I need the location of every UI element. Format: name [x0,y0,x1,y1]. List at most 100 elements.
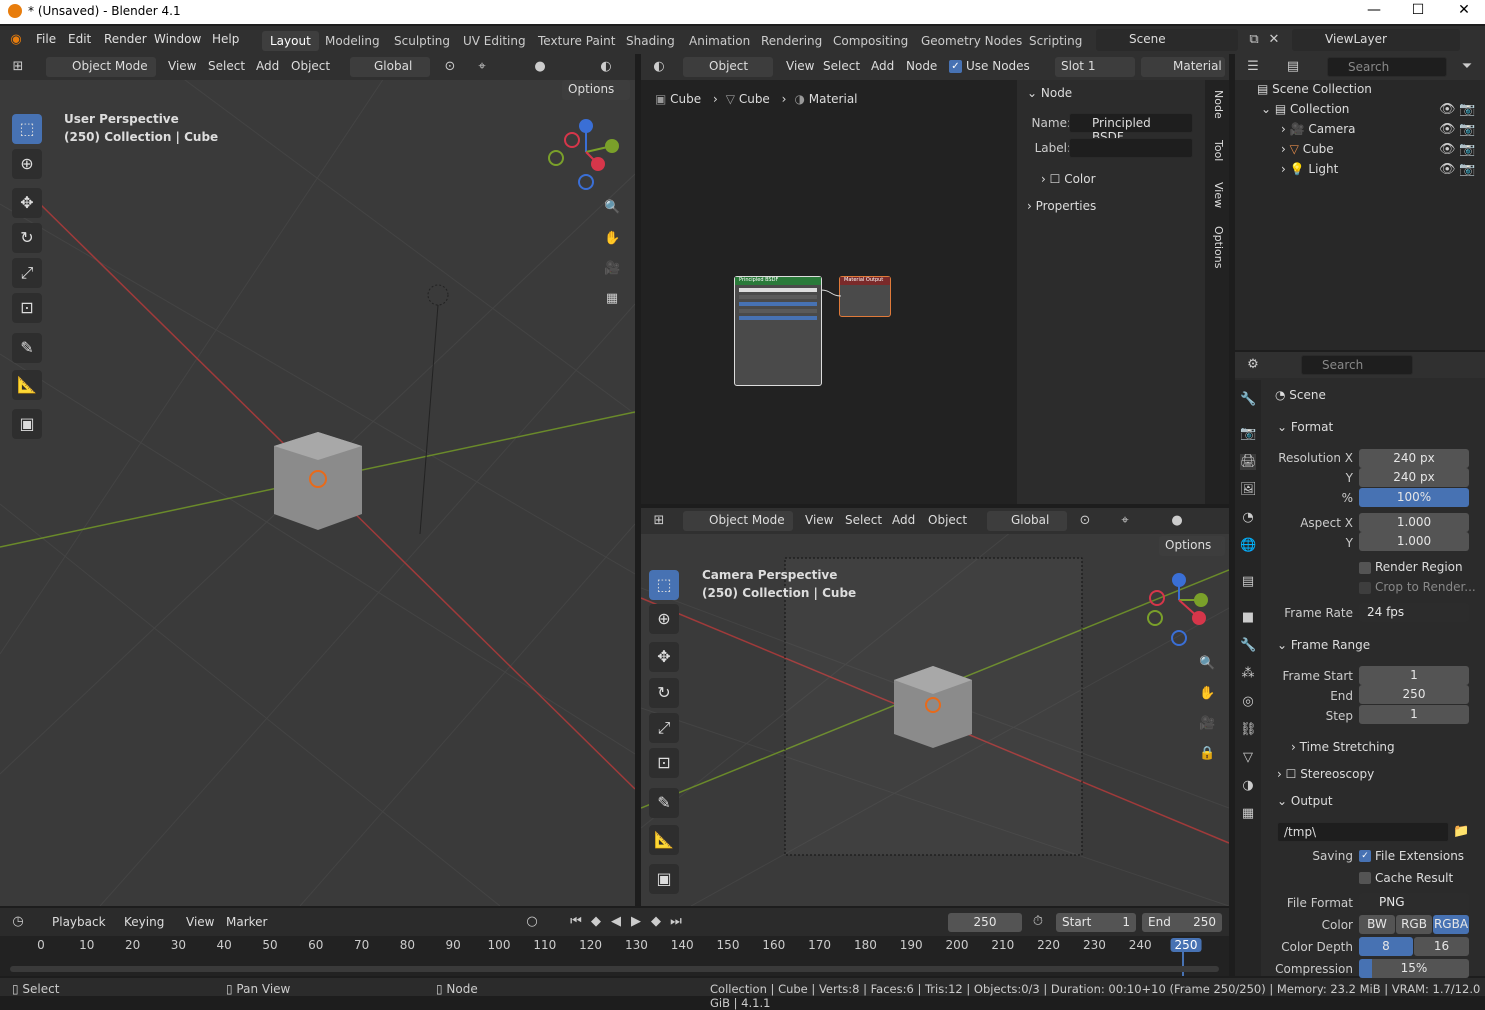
properties-section[interactable]: › Properties [1027,199,1096,213]
menu-render[interactable]: Render [104,32,147,46]
file-format-dropdown[interactable]: PNG [1359,893,1469,912]
pivot-icon[interactable]: ⊙ [1077,513,1093,529]
visibility-eye-icon[interactable]: 👁 [1439,122,1456,138]
render-camera-icon[interactable]: 📷 [1459,142,1475,158]
visibility-eye-icon[interactable]: 👁 [1439,102,1456,118]
output-tab-icon[interactable]: 🖨 [1240,454,1257,470]
tab-texture-paint[interactable]: Texture Paint [538,34,615,48]
tab-compositing[interactable]: Compositing [833,34,908,48]
visibility-eye-icon[interactable]: 👁 [1439,162,1456,178]
blender-menu-icon[interactable]: ◉ [8,32,24,48]
collection-row[interactable]: ⌄ ▤ Collection [1261,102,1349,116]
play-reverse-icon[interactable]: ◀ [608,914,624,930]
tab-geometry-nodes[interactable]: Geometry Nodes [921,34,1022,48]
output-path-field[interactable]: /tmp\ [1277,822,1449,842]
material-selector[interactable]: Material [1141,57,1225,77]
frame-start-field[interactable]: 1 [1359,666,1469,685]
timeline-editor-icon[interactable]: ◷ [10,914,26,930]
viewport-menu-select[interactable]: Select [845,513,882,527]
annotate-tool[interactable]: ✎ [649,788,679,818]
tab-shading[interactable]: Shading [626,34,675,48]
camera-view-icon[interactable]: 🎥 [1199,716,1215,732]
world-tab-icon[interactable]: 🌐 [1240,538,1256,554]
cube-row[interactable]: › ▽ Cube [1281,142,1334,156]
node-editor[interactable]: ◐ Object View Select Add Node ✓ Use Node… [641,54,1229,504]
compression-slider[interactable]: 15% [1359,959,1469,978]
tab-sculpting[interactable]: Sculpting [394,34,450,48]
output-section[interactable]: ⌄ Output [1277,794,1333,808]
transform-tool[interactable]: ⊡ [649,748,679,778]
resolution-y-field[interactable]: 240 px [1359,468,1469,487]
frame-rate-dropdown[interactable]: 24 fps [1359,603,1469,622]
prev-keyframe-icon[interactable]: ◆ [588,914,604,930]
editor-type-icon[interactable]: ⊞ [651,513,667,529]
tab-layout[interactable]: Layout [262,31,319,51]
scale-tool[interactable]: ⤢ [649,713,679,743]
visibility-icon[interactable]: ◐ [598,59,614,75]
rotate-tool[interactable]: ↻ [12,223,42,253]
navigation-gizmo[interactable] [548,116,628,196]
color-section[interactable]: › ☐ Color [1041,172,1096,186]
pan-hand-icon[interactable]: ✋ [1199,686,1215,702]
maximize-icon[interactable]: ☐ [1406,2,1430,18]
node-menu-node[interactable]: Node [906,59,937,73]
tab-node[interactable]: Node [1212,90,1225,119]
crop-checkbox[interactable] [1359,582,1371,594]
rotate-tool[interactable]: ↻ [649,678,679,708]
scene-selector[interactable]: Scene [1096,29,1238,51]
tab-uv-editing[interactable]: UV Editing [463,34,526,48]
time-stretching-section[interactable]: › Time Stretching [1291,740,1395,754]
end-frame-field[interactable]: End 250 [1142,913,1222,932]
zoom-icon[interactable]: 🔍 [604,200,620,216]
render-camera-icon[interactable]: 📷 [1459,122,1475,138]
tab-modeling[interactable]: Modeling [325,34,380,48]
aspect-y-field[interactable]: 1.000 [1359,532,1469,551]
add-cube-tool[interactable]: ▣ [12,409,42,439]
filter-icon[interactable]: ⏷ [1459,59,1475,75]
select-box-tool[interactable]: ⬚ [649,570,679,600]
menu-edit[interactable]: Edit [68,32,91,46]
viewport-menu-add[interactable]: Add [256,59,279,73]
viewlayer-selector[interactable]: ViewLayer [1292,29,1460,51]
play-icon[interactable]: ▶ [628,914,644,930]
render-tab-icon[interactable]: 📷 [1240,426,1256,442]
measure-tool[interactable]: 📐 [649,825,679,855]
menu-file[interactable]: File [36,32,56,46]
options-button[interactable]: Options [1159,536,1225,556]
new-scene-icon[interactable]: ⧉ [1246,32,1262,48]
folder-icon[interactable]: 📁 [1453,824,1469,840]
viewport-menu-object[interactable]: Object [291,59,330,73]
texture-tab-icon[interactable]: ▦ [1240,806,1256,822]
viewport-menu-view[interactable]: View [168,59,196,73]
perspective-toggle-icon[interactable]: ▦ [604,291,620,307]
keying-menu[interactable]: Keying [124,915,164,929]
current-frame-field[interactable]: 250 [948,913,1022,932]
stereoscopy-section[interactable]: › ☐ Stereoscopy [1277,767,1374,781]
physics-tab-icon[interactable]: ◎ [1240,694,1256,710]
preview-range-icon[interactable]: ⏱ [1030,914,1046,930]
proportional-edit-icon[interactable]: ● [1169,513,1185,529]
collection-tab-icon[interactable]: ▤ [1240,574,1256,590]
timeline-scrollbar[interactable] [10,966,1219,972]
color-rgb-button[interactable]: RGB [1396,915,1432,934]
tab-options[interactable]: Options [1212,226,1225,268]
pivot-icon[interactable]: ⊙ [442,59,458,75]
start-frame-field[interactable]: Start 1 [1056,913,1136,932]
tab-view[interactable]: View [1212,182,1225,208]
viewport-right[interactable]: ⊞ Object Mode View Select Add Object Glo… [641,508,1229,906]
cache-result-checkbox[interactable] [1359,872,1371,884]
depth-8-button[interactable]: 8 [1359,937,1413,956]
properties-editor-icon[interactable]: ⚙ [1245,357,1261,373]
tab-animation[interactable]: Animation [689,34,750,48]
viewport-menu-select[interactable]: Select [208,59,245,73]
mode-dropdown[interactable]: Object Mode [683,511,793,531]
visibility-eye-icon[interactable]: 👁 [1439,142,1456,158]
jump-end-icon[interactable]: ⏭ [668,914,684,930]
playback-menu[interactable]: Playback [52,915,106,929]
data-tab-icon[interactable]: ▽ [1240,750,1256,766]
camera-view-icon[interactable]: 🎥 [604,261,620,277]
orientation-dropdown[interactable]: Global [987,511,1067,531]
annotate-tool[interactable]: ✎ [12,333,42,363]
tab-scripting[interactable]: Scripting [1029,34,1082,48]
jump-start-icon[interactable]: ⏮ [568,914,584,930]
